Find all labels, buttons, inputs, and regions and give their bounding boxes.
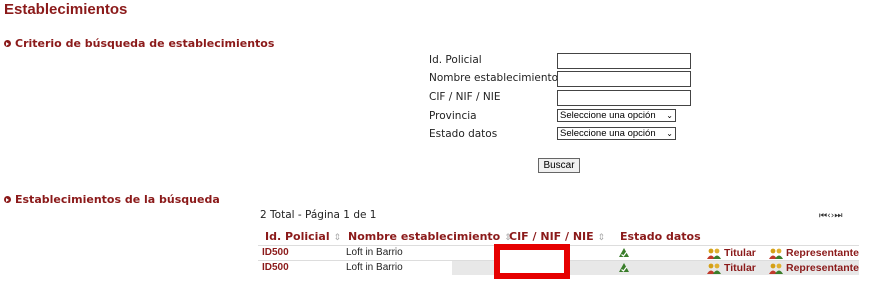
- prev-page-icon[interactable]: ‹: [827, 211, 830, 221]
- chevron-down-icon: ⌄: [666, 111, 673, 120]
- titular-link[interactable]: Titular: [706, 247, 756, 259]
- estado-datos-select[interactable]: Seleccione una opción ⌄: [557, 127, 676, 140]
- establecimiento-name: Loft in Barrio: [346, 262, 403, 273]
- sort-icon: ⇕: [333, 233, 342, 243]
- check-icon: [619, 263, 629, 272]
- check-icon: [619, 248, 629, 257]
- bullet-icon: [4, 40, 11, 47]
- id-policial-input[interactable]: [557, 53, 691, 69]
- table-header: Id. Policial ⇕ Nombre establecimiento ⇕ …: [258, 228, 859, 245]
- field-label: Nombre establecimiento: [429, 72, 559, 84]
- representante-link[interactable]: Representante: [768, 247, 859, 259]
- chevron-down-icon: ⌄: [666, 129, 673, 138]
- redaction-box: [494, 244, 570, 279]
- cif-nif-nie-input[interactable]: [557, 90, 691, 106]
- establecimiento-name: Loft in Barrio: [346, 247, 403, 258]
- field-label: Estado datos: [429, 128, 498, 140]
- field-label: Id. Policial: [429, 54, 482, 66]
- search-button[interactable]: Buscar: [538, 158, 580, 173]
- page-title: Establecimientos: [4, 1, 128, 18]
- nombre-establecimiento-input[interactable]: [557, 71, 691, 87]
- results-section-header: Establecimientos de la búsqueda: [4, 193, 220, 206]
- next-page-icon[interactable]: ›: [831, 211, 834, 221]
- users-icon: [769, 263, 783, 274]
- column-nombre[interactable]: Nombre establecimiento ⇕: [348, 230, 512, 243]
- last-page-icon[interactable]: ⏭: [834, 211, 842, 221]
- select-value: Seleccione una opción: [560, 128, 656, 139]
- provincia-select[interactable]: Seleccione una opción ⌄: [557, 109, 676, 122]
- sort-icon: ⇕: [597, 233, 606, 243]
- id-policial-link[interactable]: ID500: [262, 247, 289, 258]
- users-icon: [707, 263, 721, 274]
- select-value: Seleccione una opción: [560, 110, 656, 121]
- titular-link[interactable]: Titular: [706, 262, 756, 274]
- search-section-title: Criterio de búsqueda de establecimientos: [15, 37, 275, 50]
- users-icon: [769, 248, 783, 259]
- results-summary: 2 Total - Página 1 de 1: [260, 209, 377, 221]
- field-label: CIF / NIF / NIE: [429, 91, 501, 103]
- column-cif[interactable]: CIF / NIF / NIE ⇕: [509, 230, 605, 243]
- representante-link[interactable]: Representante: [768, 262, 859, 274]
- search-section-header: Criterio de búsqueda de establecimientos: [4, 37, 274, 50]
- results-section-title: Establecimientos de la búsqueda: [15, 193, 220, 206]
- field-label: Provincia: [429, 110, 477, 122]
- pagination: ⏮ ‹ › ⏭: [819, 211, 842, 221]
- column-id-policial[interactable]: Id. Policial ⇕: [265, 230, 341, 243]
- column-estado: Estado datos: [620, 230, 701, 243]
- id-policial-link[interactable]: ID500: [262, 262, 289, 273]
- bullet-icon: [4, 196, 11, 203]
- first-page-icon[interactable]: ⏮: [819, 211, 827, 221]
- users-icon: [707, 248, 721, 259]
